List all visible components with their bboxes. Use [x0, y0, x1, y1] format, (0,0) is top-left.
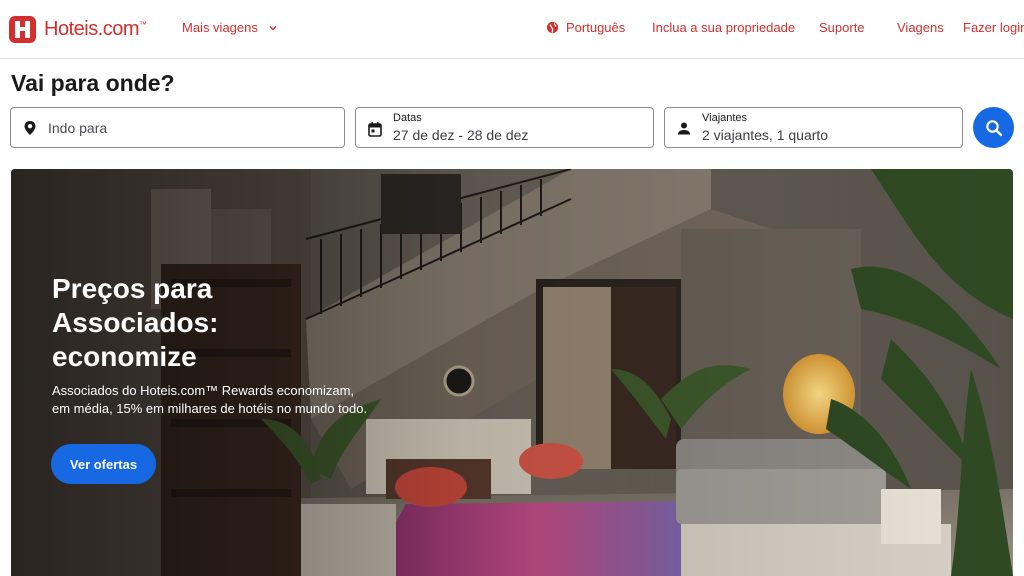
calendar-icon — [368, 122, 382, 137]
dates-value: 27 de dez - 28 de dez — [393, 127, 529, 143]
travelers-label: Viajantes — [702, 112, 748, 124]
hero-banner: Preços para Associados: economize Associ… — [11, 169, 1013, 576]
dates-label: Datas — [393, 112, 422, 124]
brand-logo[interactable]: Hoteis.com™ — [9, 14, 147, 44]
dates-field[interactable]: Datas 27 de dez - 28 de dez — [355, 107, 654, 148]
destination-placeholder: Indo para — [48, 120, 108, 136]
map-pin-icon — [24, 121, 36, 135]
trips-link[interactable]: Viagens — [897, 20, 944, 35]
more-trips-menu[interactable]: Mais viagens — [182, 20, 278, 35]
hotel-h-icon — [9, 15, 36, 43]
search-button[interactable] — [973, 107, 1014, 148]
login-link[interactable]: Fazer login — [963, 20, 1024, 35]
destination-field[interactable]: Indo para — [10, 107, 345, 148]
brand-name: Hoteis.com™ — [44, 17, 147, 40]
search-icon — [985, 119, 1002, 136]
person-icon — [678, 122, 690, 135]
chevron-down-icon — [269, 25, 277, 31]
travelers-value: 2 viajantes, 1 quarto — [702, 127, 829, 143]
top-header: Hoteis.com™ Mais viagens Português Inclu… — [0, 0, 1024, 59]
language-selector[interactable]: Português — [546, 20, 625, 35]
page-title: Vai para onde? — [11, 70, 175, 96]
list-property-link[interactable]: Inclua a sua propriedade — [652, 20, 795, 35]
more-trips-label: Mais viagens — [182, 20, 258, 35]
hero-title: Preços para Associados: economize — [52, 273, 219, 372]
support-link[interactable]: Suporte — [819, 20, 865, 35]
hero-description: Associados do Hoteis.com™ Rewards econom… — [52, 383, 368, 416]
view-offers-button[interactable]: Ver ofertas — [51, 444, 156, 484]
globe-icon — [546, 21, 559, 34]
language-label: Português — [566, 20, 626, 35]
travelers-field[interactable]: Viajantes 2 viajantes, 1 quarto — [664, 107, 963, 148]
